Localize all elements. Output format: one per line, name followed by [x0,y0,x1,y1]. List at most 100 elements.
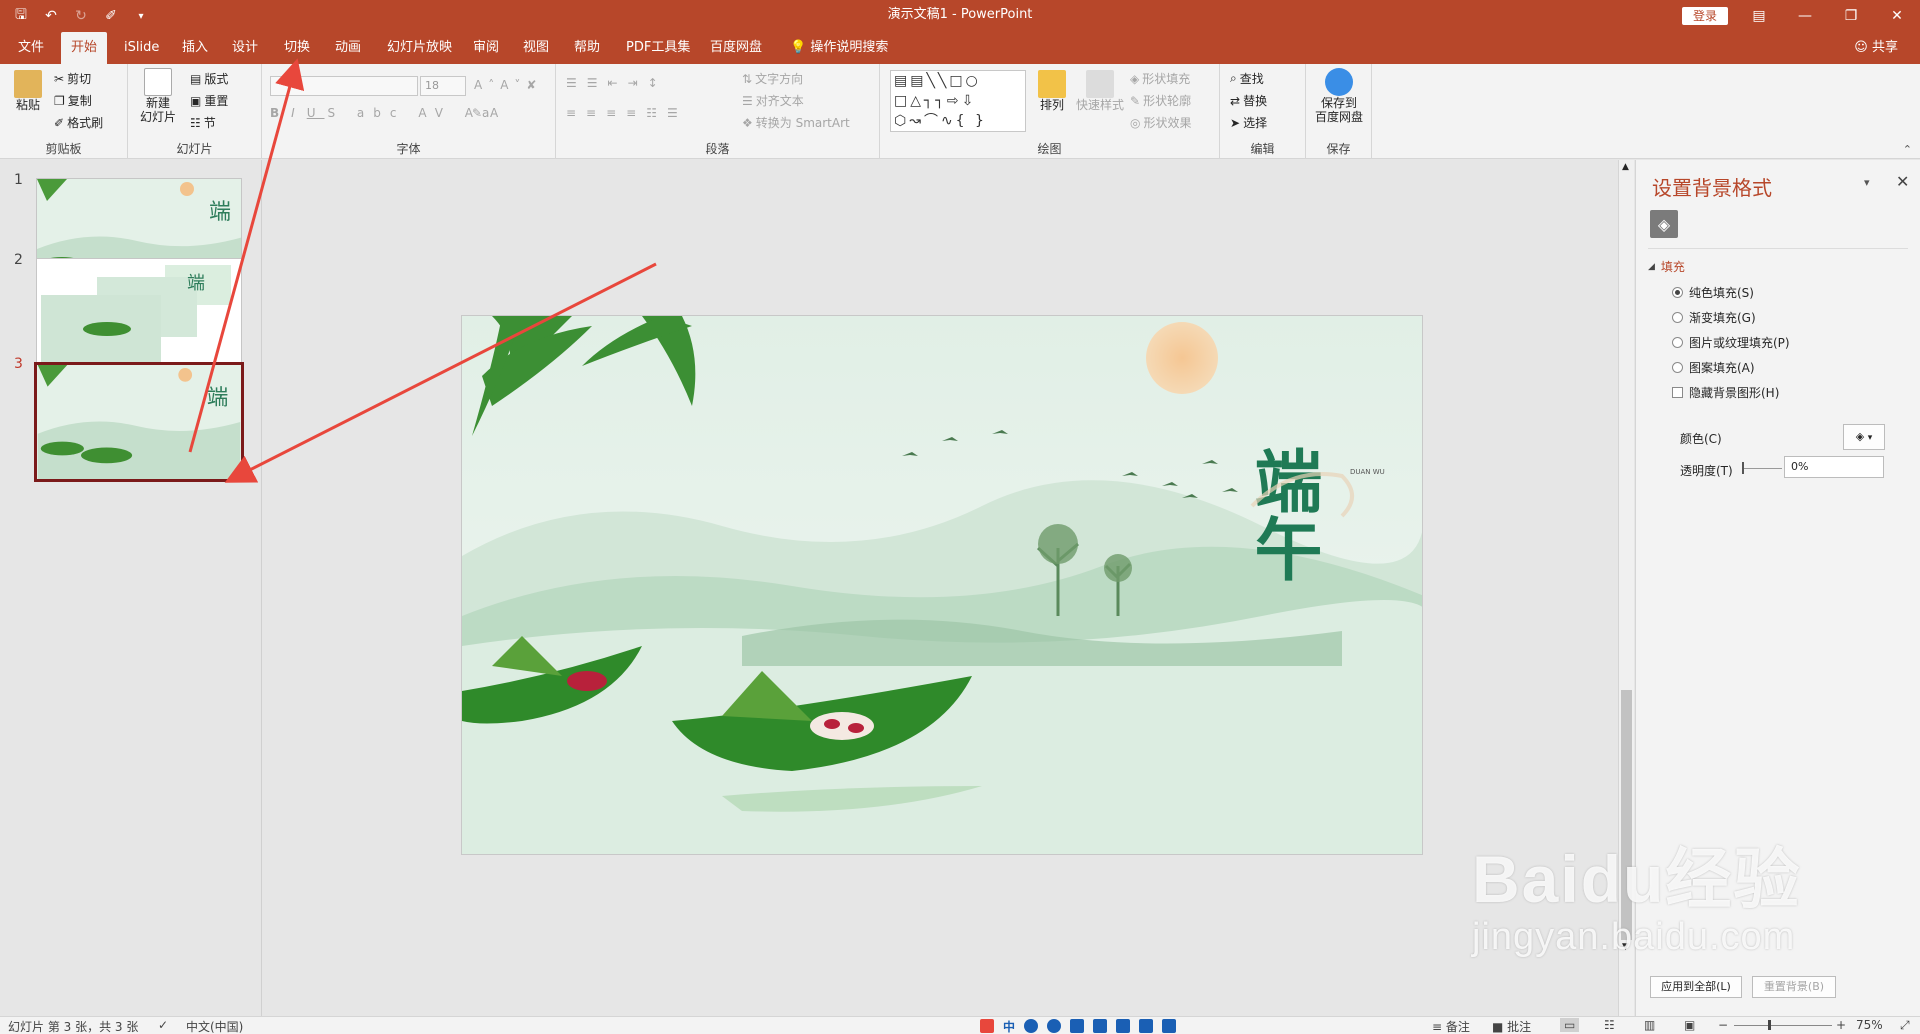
fill-bucket-icon[interactable]: ◈ [1650,210,1678,238]
slider-thumb[interactable] [1742,462,1744,474]
fit-to-window-icon[interactable]: ⤢ [1900,1018,1910,1033]
layout-button[interactable]: ▤ 版式 [190,70,228,87]
comments-button[interactable]: ■ 批注 [1492,1018,1531,1034]
language-indicator[interactable]: 中文(中国) [186,1018,243,1034]
toolbox-icon[interactable] [1162,1019,1177,1033]
hide-background-graphics-option[interactable]: 隐藏背景图形(H) [1672,384,1779,401]
shape-fill-button[interactable]: ◈ 形状填充 [1130,70,1190,87]
apply-to-all-button[interactable]: 应用到全部(L) [1650,976,1742,998]
font-color-icons[interactable]: ✎A [472,106,506,120]
text-direction-button[interactable]: ⇅ 文字方向 [742,70,803,87]
zoom-out-icon[interactable]: − [1718,1018,1728,1032]
select-button[interactable]: ➤ 选择 [1230,114,1267,131]
tab-pdf-tools[interactable]: PDF工具集 [616,32,700,64]
tab-insert[interactable]: 插入 [172,32,218,64]
accessibility-icon[interactable]: ✓ [158,1018,168,1032]
tab-help[interactable]: 帮助 [564,32,610,64]
tab-review[interactable]: 审阅 [463,32,509,64]
picture-fill-option[interactable]: 图片或纹理填充(P) [1672,334,1790,351]
minimize-icon[interactable]: — [1782,0,1828,32]
current-slide[interactable]: 端午 DUAN WU [461,315,1423,855]
align-text-button[interactable]: ☰ 对齐文本 [742,92,804,109]
checkbox[interactable] [1672,387,1683,398]
save-icon[interactable]: 🖫 [8,3,34,29]
emoji-icon[interactable] [1047,1019,1062,1033]
tab-baidu-netdisk[interactable]: 百度网盘 [700,32,772,64]
pane-close-icon[interactable]: ✕ [1896,172,1909,191]
scrollbar-thumb[interactable] [1621,690,1632,940]
replace-button[interactable]: ⇄ 替换 [1230,92,1267,109]
fill-section-header[interactable]: ◢ 填充 [1648,258,1685,275]
format-painter-icon[interactable]: ✐ [98,3,124,29]
font-style-icons[interactable]: BIUS abc AV Aa [270,106,498,120]
save-to-baidu-button[interactable]: 保存到 百度网盘 [1312,68,1366,124]
mic-icon[interactable] [1070,1019,1085,1033]
close-icon[interactable]: ✕ [1874,0,1920,32]
radio-button[interactable] [1672,312,1683,323]
gradient-fill-option[interactable]: 渐变填充(G) [1672,309,1756,326]
editor-vertical-scrollbar[interactable]: ▲ ▼ [1618,160,1634,1016]
font-size-combo[interactable]: 18 [420,76,466,96]
smartart-button[interactable]: ❖ 转换为 SmartArt [742,114,850,131]
keyboard-icon[interactable] [1093,1019,1108,1033]
tab-islide[interactable]: iSlide [114,32,169,64]
reset-background-button[interactable]: 重置背景(B) [1752,976,1836,998]
zoom-slider-thumb[interactable] [1768,1020,1771,1030]
tab-transitions[interactable]: 切换 [274,32,320,64]
collapse-ribbon-icon[interactable]: ⌃ [1903,143,1912,156]
customize-icon[interactable]: ▾ [128,3,154,29]
reset-button[interactable]: ▣ 重置 [190,92,228,109]
color-picker-button[interactable]: ◈ ▾ [1843,424,1885,450]
punctuation-icon[interactable] [1024,1019,1039,1033]
login-button[interactable]: 登录 [1682,7,1728,25]
solid-fill-option[interactable]: 纯色填充(S) [1672,284,1754,301]
pattern-fill-option[interactable]: 图案填充(A) [1672,359,1755,376]
slideshow-icon[interactable]: ▣ [1684,1018,1695,1032]
reading-view-icon[interactable]: ▥ [1644,1018,1655,1032]
restore-icon[interactable]: ❐ [1828,0,1874,32]
pane-options-icon[interactable]: ▾ [1864,176,1870,189]
radio-button[interactable] [1672,362,1683,373]
notes-button[interactable]: ≡ 备注 [1432,1018,1470,1034]
tab-view[interactable]: 视图 [513,32,559,64]
normal-view-icon[interactable]: ▭ [1560,1018,1580,1032]
scroll-down-icon[interactable]: ▼ [1622,942,1629,952]
slide-sorter-icon[interactable]: ☷ [1604,1018,1615,1032]
tab-animations[interactable]: 动画 [325,32,371,64]
tab-home[interactable]: 开始 [61,32,108,64]
slide-thumbnail-3[interactable]: 端 [34,362,244,482]
align-icons[interactable]: ≡≡≡≡☷☰ [566,106,688,120]
sogou-icon[interactable] [980,1019,994,1033]
radio-button[interactable] [1672,337,1683,348]
copy-button[interactable]: ❐ 复制 [54,92,92,109]
ribbon-display-icon[interactable]: ▤ [1736,0,1782,32]
user-icon[interactable] [1116,1019,1131,1033]
cut-button[interactable]: ✂ 剪切 [54,70,91,87]
slide-thumbnail-2[interactable]: 端 [36,258,242,374]
undo-icon[interactable]: ↶ [38,3,64,29]
zoom-level[interactable]: 75% [1856,1018,1883,1032]
section-button[interactable]: ☷ 节 [190,114,216,131]
list-icons[interactable]: ☰☰⇤⇥↕ [566,76,668,90]
zoom-slider[interactable] [1734,1020,1832,1030]
tab-design[interactable]: 设计 [222,32,268,64]
find-button[interactable]: ⌕ 查找 [1230,70,1264,87]
new-slide-button[interactable]: 新建 幻灯片 [136,68,180,124]
paste-button[interactable]: 粘贴 [10,70,46,112]
radio-button[interactable] [1672,287,1683,298]
transparency-slider[interactable] [1742,460,1782,476]
arrange-button[interactable]: 排列 [1034,70,1070,112]
tell-me-search[interactable]: 💡 操作说明搜索 [780,32,898,64]
scroll-up-icon[interactable]: ▲ [1622,162,1629,172]
zoom-in-icon[interactable]: + [1836,1018,1846,1032]
font-grow-shrink-icons[interactable]: A˄A˅✘ [474,78,542,92]
tab-slideshow[interactable]: 幻灯片放映 [377,32,462,64]
skin-icon[interactable] [1139,1019,1154,1033]
font-name-combo[interactable] [270,76,418,96]
shape-outline-button[interactable]: ✎ 形状轮廓 [1130,92,1191,109]
quick-styles-button[interactable]: 快速样式 [1074,70,1126,112]
tab-file[interactable]: 文件 [8,32,54,64]
redo-icon[interactable]: ↻ [68,3,94,29]
chinese-mode-icon[interactable]: 中 [1003,1018,1015,1034]
format-painter-button[interactable]: ✐ 格式刷 [54,114,103,131]
